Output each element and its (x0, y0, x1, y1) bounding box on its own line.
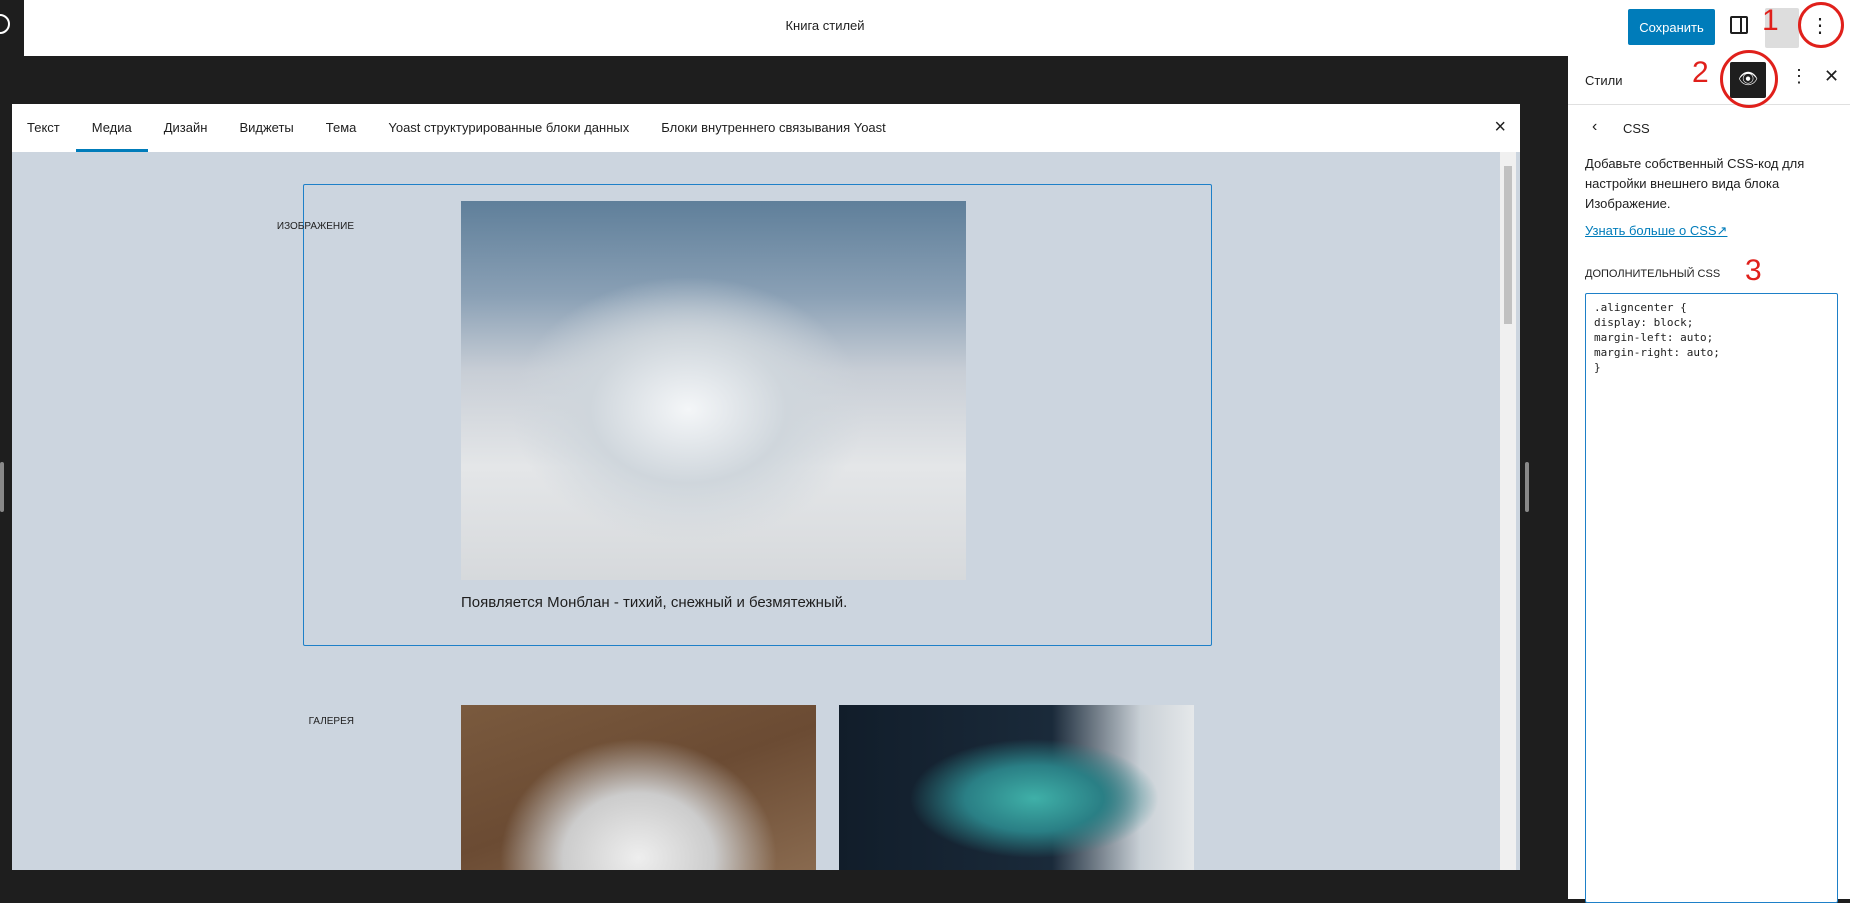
scrollbar-thumb[interactable] (1504, 166, 1512, 324)
learn-more-css-link[interactable]: Узнать больше о CSS↗ (1585, 223, 1727, 239)
tab-yoast-linking[interactable]: Блоки внутреннего связывания Yoast (645, 104, 902, 152)
image-caption: Появляется Монблан - тихий, снежный и бе… (461, 594, 848, 611)
css-description: Добавьте собственный CSS-код для настрой… (1585, 156, 1805, 211)
additional-css-input[interactable]: .aligncenter { display: block; margin-le… (1585, 293, 1838, 903)
annotation-1: 1 (1762, 4, 1779, 37)
link-text[interactable]: Узнать больше о CSS (1585, 223, 1717, 238)
gallery-label: Галерея (308, 716, 354, 727)
tab-design[interactable]: Дизайн (148, 104, 224, 152)
external-link-icon: ↗ (1716, 223, 1728, 238)
annotation-circle-2 (1720, 50, 1778, 108)
close-sidebar-icon[interactable]: ✕ (1824, 66, 1839, 87)
back-chevron-icon[interactable]: ‹ (1592, 118, 1597, 136)
tab-widgets[interactable]: Виджеты (223, 104, 309, 152)
sidebar-header: Стили 2 👁 ⋮ ✕ (1568, 50, 1850, 108)
section-title: CSS (1623, 121, 1650, 136)
tab-theme[interactable]: Тема (310, 104, 373, 152)
style-book-modal: Текст Медиа Дизайн Виджеты Тема Yoast ст… (12, 104, 1520, 870)
settings-panel-toggle-icon[interactable] (1730, 16, 1748, 34)
additional-css-label: Дополнительный CSS (1585, 268, 1721, 280)
styles-sidebar: Стили 2 👁 ⋮ ✕ ‹ CSS Добавьте собственный… (1568, 50, 1850, 903)
tab-media[interactable]: Медиа (75, 104, 148, 152)
scrollbar[interactable] (1500, 152, 1516, 870)
style-book-tabs: Текст Медиа Дизайн Виджеты Тема Yoast ст… (12, 104, 902, 152)
annotation-3: 3 (1745, 254, 1762, 287)
tab-text[interactable]: Текст (27, 104, 76, 152)
style-book-content: Изображение Появляется Монблан - тихий, … (12, 152, 1520, 870)
page-title: Книга стилей (785, 18, 865, 33)
mountain-image (461, 201, 966, 580)
annotation-circle-1 (1798, 2, 1844, 48)
gallery-image-glaciers (461, 705, 816, 870)
gallery-image-ocean (839, 705, 1194, 870)
more-options-icon[interactable]: ⋮ (1790, 66, 1808, 87)
resize-handle-left[interactable] (0, 462, 4, 512)
close-icon[interactable]: × (1494, 116, 1506, 139)
sidebar-title: Стили (1585, 73, 1623, 88)
top-toolbar: Книга стилей Сохранить ⋮ 1 (0, 0, 1850, 56)
tab-yoast-structured[interactable]: Yoast структурированные блоки данных (372, 104, 645, 152)
annotation-2: 2 (1692, 56, 1709, 89)
image-label: Изображение (276, 221, 354, 232)
save-button[interactable]: Сохранить (1628, 9, 1715, 45)
resize-handle-right[interactable] (1525, 462, 1529, 512)
